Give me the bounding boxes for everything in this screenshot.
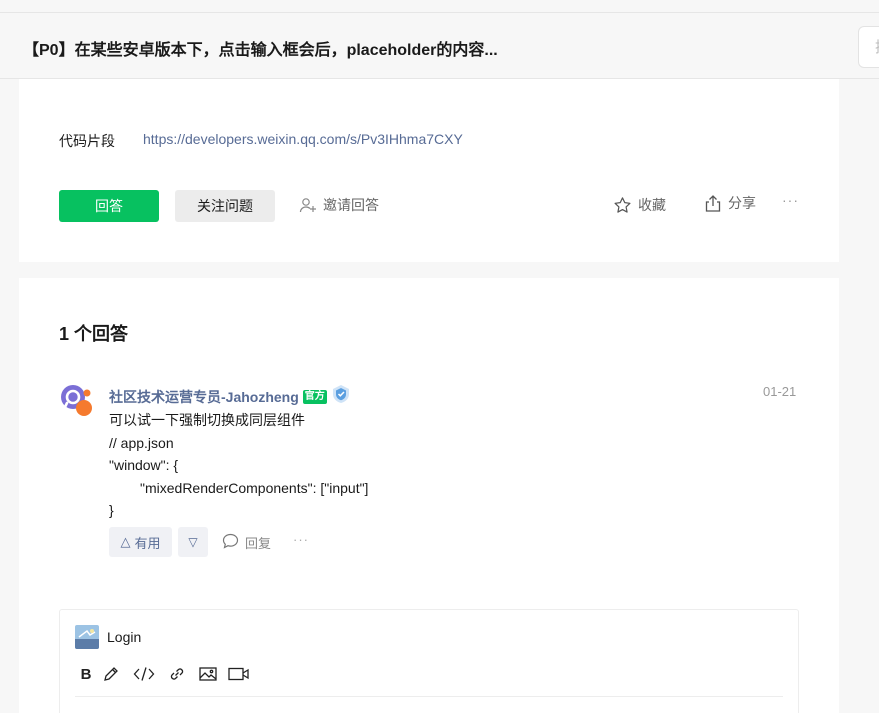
pencil-icon[interactable] (97, 664, 125, 684)
answer-button[interactable]: 回答 (59, 190, 159, 222)
link-icon[interactable] (163, 664, 191, 684)
snippet-link[interactable]: https://developers.weixin.qq.com/s/Pv3IH… (143, 131, 463, 147)
answer-line: // app.json (109, 434, 174, 451)
share-button[interactable]: 分享 (704, 193, 756, 213)
useful-button[interactable]: △ 有用 (109, 527, 172, 557)
more-icon[interactable]: ··· (293, 532, 309, 547)
add-user-icon (299, 196, 317, 214)
answer-line: "mixedRenderComponents": ["input"] (140, 479, 369, 496)
answer-line: 可以试一下强制切换成同层组件 (109, 412, 305, 428)
collect-button[interactable]: 收藏 (613, 195, 666, 215)
invite-answer-button[interactable]: 邀请回答 (299, 195, 379, 215)
editor-divider (75, 696, 783, 697)
answer-author: 社区技术运营专员-Jahozheng 官方 (109, 384, 351, 409)
follow-question-button[interactable]: 关注问题 (175, 190, 275, 222)
answers-card: 1 个回答 社区技术运营专员-Jahozheng 官方 01-21 可以试一下强… (19, 278, 839, 713)
image-icon[interactable] (191, 664, 225, 684)
useful-label: 有用 (134, 535, 161, 551)
bold-icon[interactable]: B (75, 664, 97, 684)
reply-label: 回复 (245, 536, 272, 551)
search-input[interactable]: 搜 (858, 26, 879, 68)
verified-shield-icon (331, 384, 351, 409)
answer-line: } (109, 502, 114, 518)
reply-button[interactable]: 回复 (222, 533, 271, 552)
answer-content: 可以试一下强制切换成同层组件 // app.json "window": { "… (109, 409, 368, 522)
more-icon[interactable]: ··· (782, 192, 799, 208)
reply-editor[interactable]: Login B (59, 609, 799, 713)
triangle-down-icon: ▽ (188, 535, 198, 549)
answer-line: "window": { (109, 457, 179, 473)
editor-user: Login (75, 625, 141, 649)
share-label: 分享 (728, 195, 756, 211)
code-icon[interactable] (125, 664, 163, 684)
top-bar: 【P0】在某些安卓版本下，点击输入框会后，placeholder的内容... 搜 (0, 12, 879, 79)
answers-count: 1 个回答 (59, 324, 129, 344)
editor-toolbar: B (75, 664, 253, 684)
video-icon[interactable] (225, 664, 253, 684)
avatar[interactable] (59, 381, 97, 419)
author-name[interactable]: 社区技术运营专员-Jahozheng (109, 387, 299, 407)
question-card: 代码片段 https://developers.weixin.qq.com/s/… (19, 79, 839, 262)
not-useful-button[interactable]: ▽ (178, 527, 208, 557)
editor-username[interactable]: Login (107, 629, 141, 645)
star-icon (613, 196, 632, 215)
invite-label: 邀请回答 (323, 197, 379, 213)
comment-icon (222, 533, 239, 552)
collect-label: 收藏 (638, 197, 666, 213)
share-icon (704, 194, 722, 213)
answer-date: 01-21 (763, 384, 797, 399)
snippet-label: 代码片段 (59, 133, 115, 149)
page-title: 【P0】在某些安卓版本下，点击输入框会后，placeholder的内容... (23, 42, 498, 59)
user-avatar (75, 625, 99, 649)
triangle-up-icon: △ (120, 534, 131, 549)
official-badge: 官方 (302, 389, 327, 404)
